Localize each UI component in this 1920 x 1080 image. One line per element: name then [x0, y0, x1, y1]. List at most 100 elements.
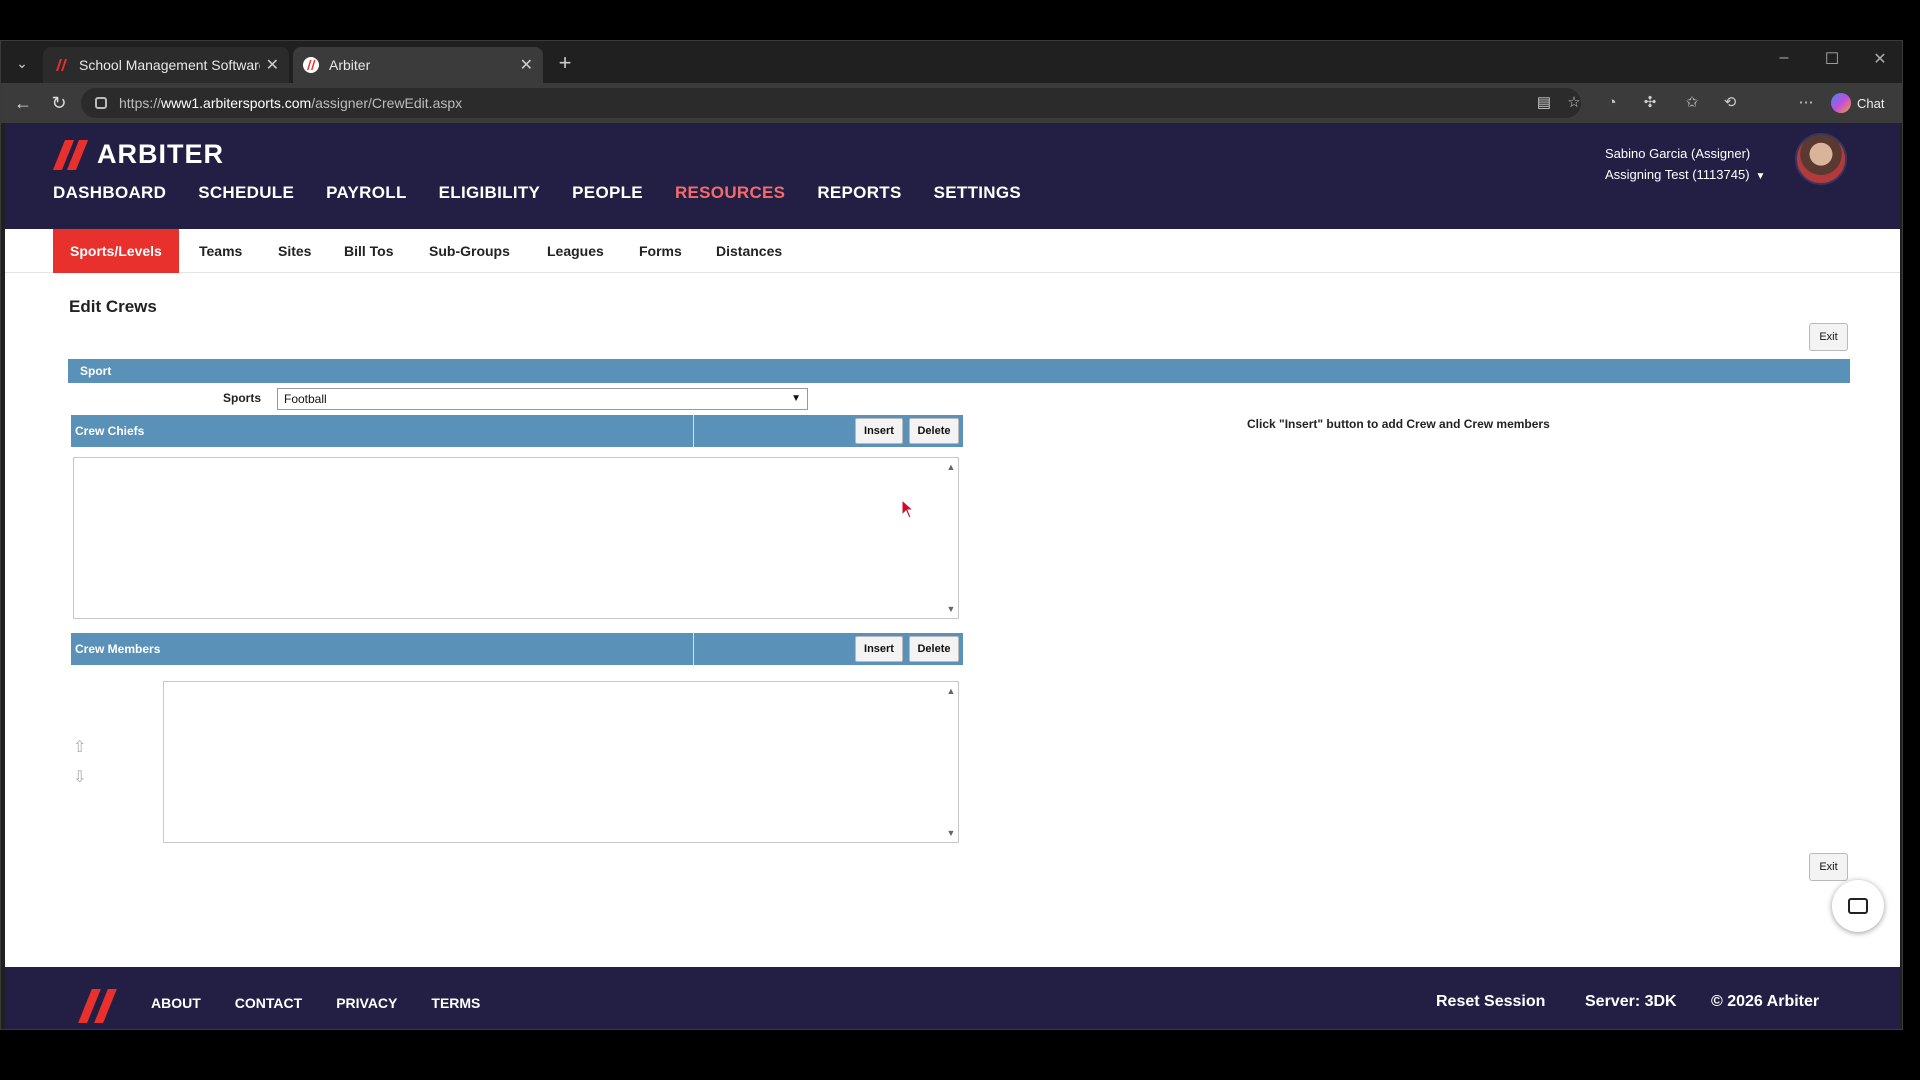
mouse-cursor-icon — [901, 499, 915, 519]
refresh-icon[interactable]: ↻ — [47, 91, 71, 115]
subnav-sites[interactable]: Sites — [278, 229, 311, 273]
subnav-distances[interactable]: Distances — [716, 229, 782, 273]
page-title: Edit Crews — [69, 297, 157, 316]
favorite-star-icon[interactable]: ☆ — [1563, 92, 1585, 114]
window-close-icon[interactable]: ✕ — [1865, 49, 1895, 69]
sports-selected-value: Football — [284, 392, 327, 406]
footer-link-about[interactable]: ABOUT — [151, 995, 201, 1011]
address-bar[interactable]: https://www1.arbitersports.com/assigner/… — [81, 88, 1581, 118]
header-divider — [693, 415, 694, 447]
minimize-icon[interactable]: – — [1769, 49, 1799, 67]
insert-hint-text: Click "Insert" button to add Crew and Cr… — [1247, 417, 1550, 431]
sport-section-header: Sport — [68, 359, 1850, 383]
user-info[interactable]: Sabino Garcia (Assigner) Assigning Test … — [1605, 143, 1765, 187]
main-nav: DASHBOARD SCHEDULE PAYROLL ELIGIBILITY P… — [53, 183, 1021, 203]
subnav-sports-levels[interactable]: Sports/Levels — [53, 229, 179, 273]
reset-session-link[interactable]: Reset Session — [1436, 993, 1545, 1011]
crew-members-list[interactable]: ▲ ▼ — [163, 681, 959, 843]
extensions-icon[interactable]: ✣ — [1639, 92, 1661, 114]
sports-select[interactable]: Football ▼ — [277, 388, 808, 410]
arbiter-logo[interactable]: ARBITER — [52, 139, 224, 170]
maximize-icon[interactable]: ☐ — [1817, 49, 1847, 69]
app-footer: ABOUT CONTACT PRIVACY TERMS Reset Sessio… — [5, 967, 1900, 1029]
crew-chiefs-insert-button[interactable]: Insert — [855, 418, 903, 444]
copyright-text: © 2026 Arbiter — [1711, 993, 1820, 1010]
nav-schedule[interactable]: SCHEDULE — [198, 183, 294, 203]
favorites-icon[interactable]: ✩ — [1681, 92, 1703, 114]
nav-dashboard[interactable]: DASHBOARD — [53, 183, 166, 203]
back-icon[interactable]: ← — [11, 91, 35, 115]
page-content: ARBITER DASHBOARD SCHEDULE PAYROLL ELIGI… — [5, 123, 1900, 1029]
subnav-bill-tos[interactable]: Bill Tos — [344, 229, 394, 273]
nav-reports[interactable]: REPORTS — [817, 183, 901, 203]
reader-view-icon[interactable]: ▤ — [1533, 92, 1555, 114]
crew-chiefs-label: Crew Chiefs — [75, 424, 145, 438]
move-down-icon[interactable]: ⇩ — [73, 767, 86, 787]
tab-actions-menu-button[interactable]: ⌄ — [9, 51, 35, 75]
scroll-down-icon[interactable]: ▼ — [944, 604, 958, 614]
user-group: Assigning Test (1113745) — [1605, 167, 1750, 182]
server-label: Server: 3DK — [1585, 993, 1677, 1010]
tab-strip: ⌄ School Management Software for ✕ Arbit… — [1, 41, 1902, 83]
scroll-up-icon[interactable]: ▲ — [944, 686, 958, 696]
close-icon[interactable]: ✕ — [520, 55, 533, 75]
user-name: Sabino Garcia (Assigner) — [1605, 146, 1751, 161]
sub-nav: Sports/Levels Teams Sites Bill Tos Sub-G… — [5, 229, 1900, 273]
scrollbar[interactable]: ▲ ▼ — [944, 682, 958, 842]
url-text: https://www1.arbitersports.com/assigner/… — [119, 95, 463, 111]
tab-title: School Management Software for — [79, 57, 260, 73]
more-menu-icon[interactable]: ⋯ — [1795, 92, 1817, 114]
new-tab-button[interactable]: + — [553, 51, 577, 75]
scrollbar[interactable]: ▲ ▼ — [944, 458, 958, 618]
footer-link-privacy[interactable]: PRIVACY — [336, 995, 397, 1011]
tab-title: Arbiter — [329, 57, 371, 73]
browser-window: ⌄ School Management Software for ✕ Arbit… — [0, 40, 1903, 1030]
subnav-forms[interactable]: Forms — [639, 229, 682, 273]
lock-icon — [95, 97, 107, 109]
footer-link-contact[interactable]: CONTACT — [235, 995, 302, 1011]
subnav-teams[interactable]: Teams — [199, 229, 242, 273]
move-up-icon[interactable]: ⇧ — [73, 737, 86, 757]
arbiter-footer-logo-icon[interactable] — [78, 989, 119, 1023]
arbiter-favicon-icon — [303, 57, 319, 73]
crew-members-insert-button[interactable]: Insert — [855, 636, 903, 662]
crew-chiefs-header: Crew Chiefs Insert Delete — [71, 415, 963, 447]
footer-link-terms[interactable]: TERMS — [431, 995, 480, 1011]
nav-resources[interactable]: RESOURCES — [675, 183, 785, 203]
address-toolbar: ← ↻ https://www1.arbitersports.com/assig… — [1, 83, 1902, 123]
crew-members-header: Crew Members Insert Delete — [71, 633, 963, 665]
footer-links: ABOUT CONTACT PRIVACY TERMS — [151, 995, 480, 1011]
header-divider — [693, 633, 694, 665]
read-aloud-icon[interactable]: ◔ — [1601, 92, 1623, 114]
crew-members-label: Crew Members — [75, 642, 161, 656]
subnav-sub-groups[interactable]: Sub-Groups — [429, 229, 510, 273]
brand-name: ARBITER — [97, 139, 224, 169]
copilot-chat-button[interactable]: Chat — [1831, 90, 1884, 116]
chat-bubble-icon — [1848, 898, 1868, 914]
tab-school-management[interactable]: School Management Software for ✕ — [43, 47, 289, 83]
subnav-leagues[interactable]: Leagues — [547, 229, 604, 273]
arbiter-favicon-icon — [56, 59, 67, 71]
arbiter-logo-icon — [52, 139, 89, 170]
app-header: ARBITER DASHBOARD SCHEDULE PAYROLL ELIGI… — [5, 123, 1900, 229]
support-chat-button[interactable] — [1832, 880, 1884, 932]
chevron-down-icon: ▼ — [791, 393, 801, 404]
nav-settings[interactable]: SETTINGS — [934, 183, 1021, 203]
nav-eligibility[interactable]: ELIGIBILITY — [439, 183, 541, 203]
scroll-down-icon[interactable]: ▼ — [944, 828, 958, 838]
crew-chiefs-delete-button[interactable]: Delete — [909, 418, 959, 444]
caret-down-icon: ▼ — [1755, 171, 1766, 182]
scroll-up-icon[interactable]: ▲ — [944, 462, 958, 472]
close-icon[interactable]: ✕ — [266, 55, 279, 75]
history-icon[interactable]: ⟲ — [1719, 92, 1741, 114]
copilot-icon — [1831, 93, 1851, 113]
nav-people[interactable]: PEOPLE — [572, 183, 643, 203]
exit-button-top[interactable]: Exit — [1809, 323, 1848, 351]
crew-chiefs-list[interactable]: ▲ ▼ — [73, 457, 959, 619]
tab-arbiter[interactable]: Arbiter ✕ — [293, 47, 543, 83]
crew-members-delete-button[interactable]: Delete — [909, 636, 959, 662]
exit-button-bottom[interactable]: Exit — [1809, 853, 1848, 881]
avatar[interactable] — [1795, 133, 1847, 185]
sports-label: Sports — [223, 391, 262, 405]
nav-payroll[interactable]: PAYROLL — [326, 183, 407, 203]
